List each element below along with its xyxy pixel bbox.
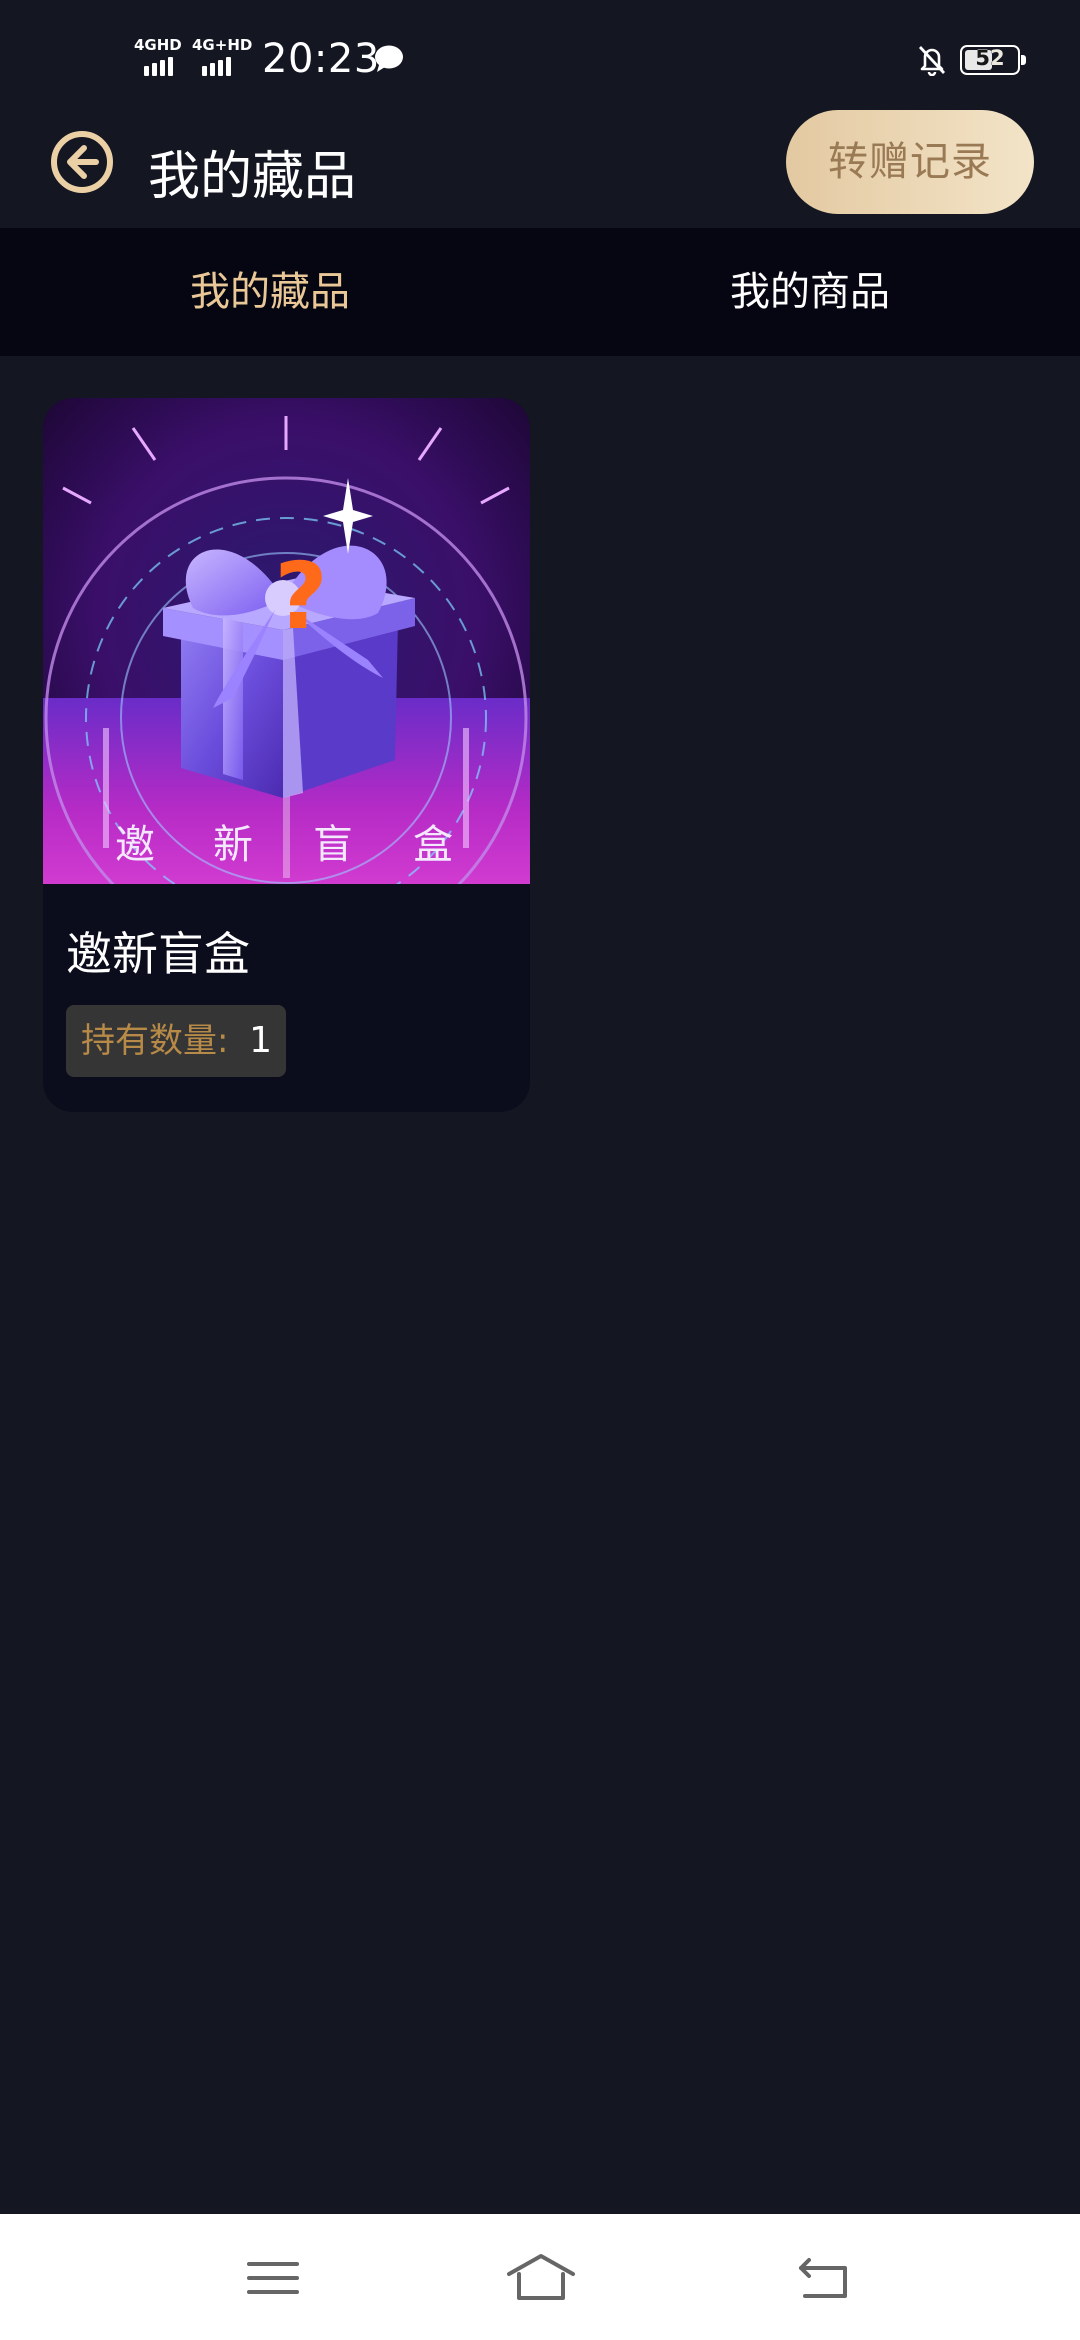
quantity-badge: 持有数量: 1 <box>66 1005 286 1077</box>
tab-my-collection[interactable]: 我的藏品 <box>90 228 450 356</box>
back-nav-icon[interactable] <box>795 2250 855 2306</box>
image-caption-char: 新 <box>213 822 253 868</box>
quantity-value: 1 <box>249 1020 272 1061</box>
message-icon <box>375 45 403 72</box>
mystery-box-image: ? 邀 新 盲 盒 <box>43 398 530 884</box>
collection-page: 4GHD 4G+HD 20:23 52 我的藏品 转赠记录 我的藏品 我的商品 … <box>0 0 1080 2340</box>
signal-icon: 4GHD <box>134 36 186 76</box>
back-arrow-icon[interactable] <box>48 128 116 196</box>
item-name: 邀新盲盒 <box>66 927 250 981</box>
battery-icon: 52 <box>960 45 1026 75</box>
tab-my-goods[interactable]: 我的商品 <box>630 228 990 356</box>
app-header: 我的藏品 转赠记录 <box>0 110 1080 228</box>
tab-bar: 我的藏品 我的商品 <box>0 228 1080 356</box>
quantity-label: 持有数量: <box>81 1021 229 1061</box>
svg-text:?: ? <box>274 543 327 650</box>
home-icon[interactable] <box>505 2250 577 2306</box>
bell-off-icon <box>918 46 946 76</box>
image-caption-char: 盲 <box>313 822 353 868</box>
status-time: 20:23 <box>262 36 380 82</box>
collection-card[interactable]: ? 邀 新 盲 盒 邀新盲盒 持有数量: 1 <box>43 398 530 1112</box>
menu-icon[interactable] <box>243 2250 303 2306</box>
page-title: 我的藏品 <box>148 147 357 207</box>
image-caption-char: 盒 <box>413 822 453 868</box>
signal-icon-2: 4G+HD <box>192 36 252 76</box>
status-bar: 4GHD 4G+HD 20:23 52 <box>0 0 1080 110</box>
system-nav-bar <box>0 2214 1080 2340</box>
image-caption-char: 邀 <box>115 822 155 868</box>
transfer-records-button[interactable]: 转赠记录 <box>786 110 1034 214</box>
